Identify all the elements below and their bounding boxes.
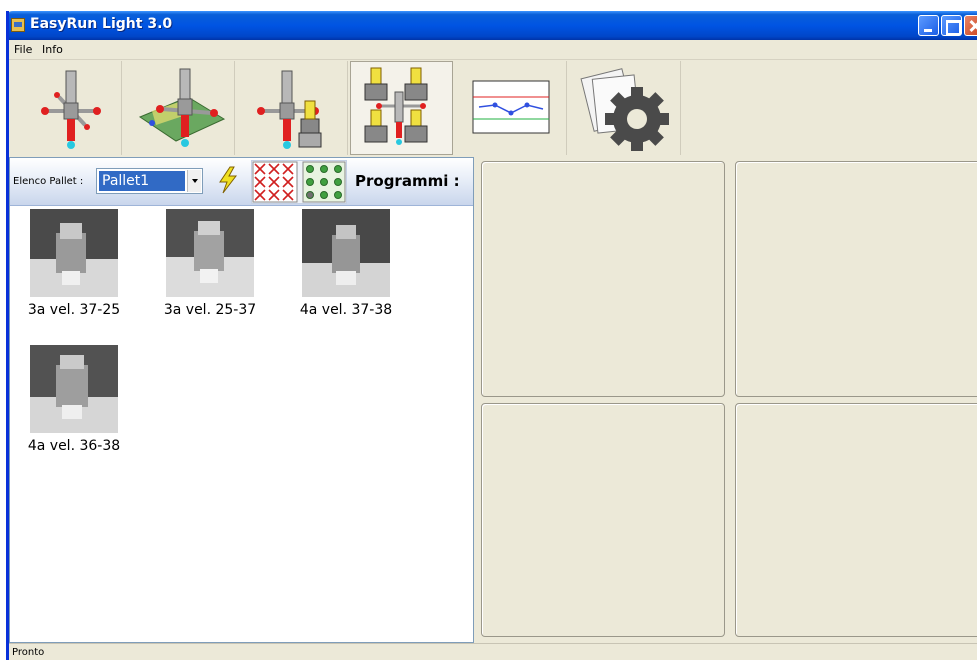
probe-on-plate-icon	[138, 68, 226, 147]
chevron-down-icon[interactable]	[187, 170, 201, 192]
program-list: 3a vel. 37-25 3a vel. 25-37 4a vel. 37-3…	[10, 206, 473, 642]
program-thumbnail	[302, 209, 390, 297]
program-name: 4a vel. 36-38	[27, 438, 121, 454]
app-window: EasyRun Light 3.0 File Info Elenco Palle…	[6, 11, 977, 660]
station-panel[interactable]	[481, 161, 725, 397]
pallet-panel: Elenco Pallet : Pallet1 Programmi: 3a v…	[9, 157, 474, 643]
window-title: EasyRun Light 3.0	[30, 16, 173, 32]
programs-label: Programmi :	[355, 172, 460, 190]
probe-with-part-icon	[257, 70, 322, 149]
tool-probe-button[interactable]	[9, 61, 122, 155]
settings-gear-icon	[580, 68, 669, 151]
app-icon[interactable]	[11, 18, 25, 32]
toolbar	[9, 59, 977, 155]
tool-probe-plate-button[interactable]	[122, 61, 235, 155]
pallet-header: Elenco Pallet : Pallet1 Programmi:	[10, 158, 473, 206]
clear-grid-icon[interactable]	[252, 161, 298, 203]
tool-multi-part-button[interactable]	[350, 61, 453, 155]
station-panel[interactable]	[735, 161, 977, 397]
pallet-dropdown[interactable]: Pallet1	[96, 168, 203, 194]
tool-graph-button[interactable]	[455, 61, 567, 155]
graph-icon	[472, 80, 550, 134]
program-name: 3a vel. 37-25	[27, 302, 121, 318]
status-text: Pronto	[12, 647, 45, 658]
tool-settings-button[interactable]	[567, 61, 681, 155]
pallet-label: Elenco Pallet :	[13, 176, 84, 187]
menu-info[interactable]: Info	[42, 43, 63, 56]
menu-bar: File Info	[9, 40, 977, 59]
program-thumbnail	[166, 209, 254, 297]
lightning-icon[interactable]	[216, 166, 240, 194]
select-grid-icon[interactable]	[302, 161, 346, 203]
status-bar: Pronto	[9, 643, 977, 660]
program-name: 4a vel. 37-38	[299, 302, 393, 318]
title-bar[interactable]: EasyRun Light 3.0	[9, 11, 977, 40]
program-name: 3a vel. 25-37	[163, 302, 257, 318]
probe-cross-icon	[41, 70, 101, 149]
grid-toggle-icons	[251, 160, 347, 204]
maximize-button[interactable]	[941, 15, 962, 36]
program-thumbnail	[30, 345, 118, 433]
menu-file[interactable]: File	[14, 43, 32, 56]
station-panel[interactable]	[735, 403, 977, 637]
tool-probe-part-button[interactable]	[235, 61, 348, 155]
station-panel[interactable]	[481, 403, 725, 637]
pallet-selected-value: Pallet1	[99, 171, 185, 191]
minimize-button[interactable]	[918, 15, 939, 36]
program-thumbnail	[30, 209, 118, 297]
close-button[interactable]	[964, 15, 977, 36]
multi-part-icon	[364, 67, 428, 145]
